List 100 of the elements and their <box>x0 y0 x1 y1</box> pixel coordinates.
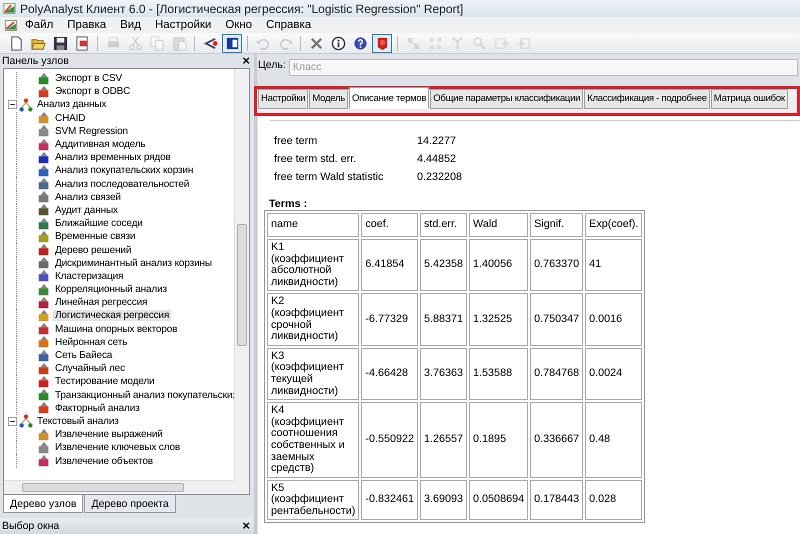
node-icon <box>37 362 51 376</box>
table-cell: 5.88371 <box>420 293 468 346</box>
table-cell: -4.66428 <box>361 348 418 400</box>
table-cell: -0.550922 <box>361 402 418 478</box>
tree-item[interactable]: Сеть Байеса <box>53 350 114 361</box>
help-icon <box>352 36 368 50</box>
panel-tab[interactable]: Дерево проекта <box>84 495 176 514</box>
close-button[interactable]: × <box>242 520 250 532</box>
report-tab[interactable]: Модель <box>309 89 348 109</box>
report-tab[interactable]: Общие параметры классификации <box>430 89 584 109</box>
node-icon <box>37 243 51 257</box>
report-tab[interactable]: Классификация - подробнее <box>584 89 710 109</box>
close-button[interactable]: × <box>242 54 250 67</box>
export-icon <box>494 36 508 50</box>
folder-node-icon <box>19 414 33 428</box>
node-icon <box>37 203 51 218</box>
info-icon <box>330 36 346 50</box>
table-cell: 0.1895 <box>469 402 528 478</box>
term-value: 14.2277 <box>417 135 458 147</box>
scrollbar-thumb[interactable] <box>237 224 247 346</box>
tree-item[interactable]: Нейронная сеть <box>53 336 130 348</box>
tree-item[interactable]: Анализ последовательностей <box>53 178 192 190</box>
document-icon <box>74 36 90 50</box>
menu-item[interactable]: Окно <box>218 19 260 31</box>
cut-icon <box>128 36 142 50</box>
menu-item[interactable]: Вид <box>113 19 148 31</box>
scrollbar-thumb[interactable] <box>22 483 184 492</box>
table-cell: 41 <box>585 239 642 292</box>
table-cell: K3 (коэффициент текущей ликвидности) <box>267 348 360 400</box>
node-icon <box>37 190 51 204</box>
table-cell: -0.832461 <box>361 480 418 520</box>
window-title: PolyAnalyst Клиент 6.0 - [Логистическая регрессия: "Logistic Regression" Report] <box>20 2 464 16</box>
tree-item[interactable]: Анализ временных рядов <box>53 152 173 164</box>
column-header: Exp(coef). <box>585 213 642 237</box>
report-tab[interactable]: Матрица ошибок <box>710 89 788 109</box>
tree-item[interactable]: Кластеризация <box>53 270 126 282</box>
table-cell: 0.763370 <box>530 239 584 292</box>
tree-item[interactable]: Экспорт в CSV <box>53 73 124 84</box>
copy-icon <box>150 36 164 50</box>
tree-item[interactable]: Анализ покупательских корзин <box>53 165 196 176</box>
horizontal-scrollbar[interactable] <box>4 480 234 494</box>
table-cell: 5.42358 <box>420 239 468 292</box>
target-field[interactable]: Класс <box>288 58 798 76</box>
tree-item[interactable]: Извлечение выражений <box>53 429 165 440</box>
column-header: Signif. <box>530 213 584 237</box>
table-cell: 3.76363 <box>420 348 468 400</box>
tree-item[interactable]: Машина опорных векторов <box>53 324 180 335</box>
menu-item[interactable]: Настройки <box>148 19 218 31</box>
table-cell: 0.48 <box>585 402 642 478</box>
section-title: Terms : <box>269 198 308 210</box>
menu-item[interactable]: Правка <box>60 19 114 31</box>
tree-item[interactable]: CHAID <box>53 112 88 124</box>
table-cell: K5 (коэффициент рентабельности) <box>267 480 360 520</box>
node-icon <box>37 230 51 244</box>
tree-item[interactable]: Логистическая регрессия <box>53 310 172 322</box>
node-icon <box>37 308 51 323</box>
menu-item[interactable]: Справка <box>259 19 318 31</box>
table-cell: 0.0024 <box>585 348 642 400</box>
tree-item[interactable]: Дискриминантный анализ корзины <box>53 258 214 269</box>
table-cell: 0.0016 <box>585 293 642 346</box>
tree-item[interactable]: Анализ связей <box>53 192 123 203</box>
report-tab[interactable]: Настройки <box>258 89 308 109</box>
tree-item[interactable]: Корреляционный анализ <box>53 284 169 296</box>
tree-item[interactable]: Линейная регрессия <box>53 297 150 308</box>
save-icon <box>52 36 68 50</box>
tree-item[interactable]: Извлечение объектов <box>53 456 155 466</box>
print-icon <box>106 36 120 50</box>
tree-item[interactable]: Аудит данных <box>53 204 120 216</box>
tree-item[interactable]: Ближайшие соседи <box>53 218 145 230</box>
search-icon <box>472 36 486 50</box>
node-icon <box>37 440 51 455</box>
tree-group-label[interactable]: Анализ данных <box>35 99 108 110</box>
graph-icon <box>202 36 218 50</box>
tree-item[interactable]: Тестирование модели <box>53 376 156 388</box>
report-tab[interactable]: Описание термов <box>348 87 430 109</box>
table-cell: K4 (коэффициент соотношения собственных и заемных средств) <box>267 402 360 478</box>
node-icon <box>37 138 51 152</box>
node-icon <box>37 322 51 336</box>
tree-item[interactable]: Случайный лес <box>53 363 127 374</box>
toolbar-button[interactable] <box>222 34 242 52</box>
tree-group-label[interactable]: Текстовый анализ <box>35 416 121 427</box>
tree-item[interactable]: Извлечение ключевых слов <box>53 442 182 454</box>
expander-icon[interactable] <box>8 100 17 110</box>
tree-item[interactable]: SVM Regression <box>53 126 130 137</box>
tree-item[interactable]: Транзакционный анализ покупательски: <box>53 390 234 401</box>
node-icon <box>37 150 51 165</box>
node-icon <box>37 401 51 416</box>
delete-icon <box>308 36 324 50</box>
tree-item[interactable]: Аддитивная модель <box>53 139 148 150</box>
column-header: name <box>267 213 360 237</box>
tree-item[interactable]: Временные связи <box>53 231 138 242</box>
tree-item[interactable]: Факторный анализ <box>53 402 142 414</box>
expander-icon[interactable] <box>8 416 17 426</box>
tree-item[interactable]: Экспорт в ODBC <box>53 86 132 98</box>
panel-tab[interactable]: Дерево узлов <box>3 495 84 514</box>
table-cell: K1 (коэффициент абсолютной ликвидности) <box>267 239 360 292</box>
menu-item[interactable]: Файл <box>18 19 60 31</box>
vertical-scrollbar[interactable] <box>234 68 249 480</box>
toolbar-button[interactable] <box>372 34 392 52</box>
tree-item[interactable]: Дерево решений <box>53 244 134 256</box>
